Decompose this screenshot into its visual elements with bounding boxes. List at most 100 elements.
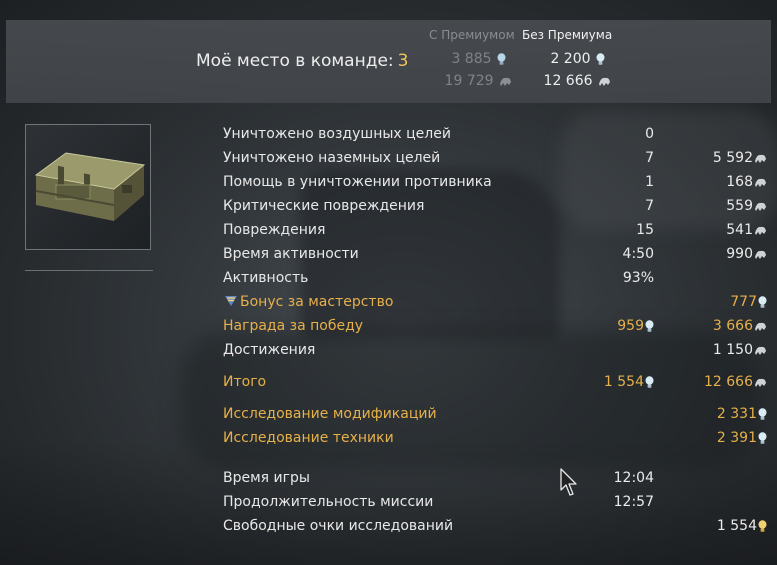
stat-label: Время активности (223, 246, 359, 262)
research-points-icon (755, 226, 766, 235)
research-points-icon (599, 77, 610, 86)
premium-rp-value: 19 729 (444, 73, 494, 89)
silver-lions-icon (645, 319, 654, 332)
no-premium-rp-value: 12 666 (543, 73, 593, 89)
silver-lions-icon (596, 52, 605, 65)
stat-reward-value: 12 666 (704, 374, 753, 390)
research-points-icon (755, 178, 766, 187)
stat-row-activity-time: Время активности 4:50 990 (0, 243, 777, 267)
stat-label: Критические повреждения (223, 198, 425, 214)
stat-label: Свободные очки исследований (223, 518, 454, 534)
stat-row-free-research: Свободные очки исследований 1 554 (0, 515, 777, 539)
stat-row-modification-research: Исследование модификаций 2 331 (0, 403, 777, 427)
mouse-cursor-icon (560, 468, 577, 496)
silver-lions-icon (758, 295, 767, 308)
stat-label: Продолжительность миссии (223, 494, 434, 510)
stat-value-lions: 959 (617, 318, 654, 334)
stat-reward: 1 554 (717, 518, 767, 534)
stat-label-text: Бонус за мастерство (240, 294, 394, 310)
research-points-icon (755, 322, 766, 331)
stat-label: Время игры (223, 470, 310, 486)
stat-reward: 1 150 (713, 342, 767, 358)
stat-reward-value: 1 150 (712, 342, 753, 358)
team-place-header: С Премиумом Без Премиума Моё место в ком… (6, 20, 771, 103)
stat-row-air-kills: Уничтожено воздушных целей 0 (0, 123, 777, 147)
stat-reward: 2 391 (717, 430, 767, 446)
team-place-value: 3 (397, 51, 409, 71)
stat-label: Помощь в уничтожении противника (223, 174, 492, 190)
stat-label: Исследование модификаций (223, 406, 437, 422)
mastery-badge-icon (225, 296, 237, 306)
stat-reward: 559 (726, 198, 767, 214)
stat-value-count: 12:04 (613, 470, 654, 486)
stat-value-count: 1 (645, 174, 654, 190)
research-points-icon (500, 77, 511, 86)
silver-lions-icon (758, 407, 767, 420)
stat-row-assists: Помощь в уничтожении противника 1 168 (0, 171, 777, 195)
stat-label: Активность (223, 270, 309, 286)
column-header-no-premium: Без Премиума (522, 28, 613, 42)
stat-label: Уничтожено воздушных целей (223, 126, 451, 142)
stat-reward: 541 (726, 222, 767, 238)
no-premium-research-points: 12 666 (544, 73, 611, 89)
stat-label: Достижения (223, 342, 316, 358)
research-points-icon (755, 202, 766, 211)
stat-label: Уничтожено наземных целей (223, 150, 441, 166)
silver-lions-icon (645, 375, 654, 388)
stat-value-count: 12:57 (613, 494, 654, 510)
stat-reward-value: 1 554 (716, 518, 757, 534)
stat-label: Повреждения (223, 222, 326, 238)
stat-row-achievements: Достижения 1 150 (0, 339, 777, 363)
no-premium-lions-value: 2 200 (550, 51, 591, 67)
stat-reward: 3 666 (713, 318, 767, 334)
stat-value-count: 4:50 (622, 246, 654, 262)
stat-reward: 12 666 (704, 374, 767, 390)
stat-row-vehicle-research: Исследование техники 2 391 (0, 427, 777, 451)
premium-lions-value: 3 885 (451, 51, 492, 67)
research-points-icon (755, 250, 766, 259)
stat-label: Итого (223, 374, 267, 390)
research-points-icon (755, 346, 766, 355)
stat-reward: 5 592 (713, 150, 767, 166)
research-points-icon (755, 154, 766, 163)
team-place: Моё место в команде: 3 (196, 51, 409, 71)
stat-value-count: 7 (645, 198, 654, 214)
stat-reward-value: 168 (726, 174, 753, 190)
stat-row-mastery-bonus: Бонус за мастерство 777 (0, 291, 777, 315)
silver-lions-icon (758, 431, 767, 444)
premium-research-points: 19 729 (445, 73, 512, 89)
stat-reward: 2 331 (717, 406, 767, 422)
stat-row-damage: Повреждения 15 541 (0, 219, 777, 243)
stat-value-count: 7 (645, 150, 654, 166)
stat-reward: 777 (730, 294, 767, 310)
stat-label: Награда за победу (223, 318, 364, 334)
free-research-points-icon (758, 519, 767, 532)
stat-label: Исследование техники (223, 430, 394, 446)
stat-reward: 168 (726, 174, 767, 190)
stat-reward-value: 5 592 (712, 150, 753, 166)
research-points-icon (755, 378, 766, 387)
stat-lions-value: 959 (617, 318, 644, 334)
stat-value-lions: 1 554 (604, 374, 654, 390)
premium-lions: 3 885 (451, 51, 506, 67)
stat-reward-value: 559 (726, 198, 753, 214)
stat-reward: 990 (726, 246, 767, 262)
stat-row-victory-reward: Награда за победу 959 3 666 (0, 315, 777, 339)
stat-value-count: 93% (622, 270, 654, 286)
stat-row-ground-kills: Уничтожено наземных целей 7 5 592 (0, 147, 777, 171)
column-header-premium: С Премиумом (429, 28, 515, 42)
no-premium-lions: 2 200 (550, 51, 605, 67)
stat-value-count: 15 (636, 222, 654, 238)
stat-reward-value: 541 (726, 222, 753, 238)
stat-row-activity: Активность 93% (0, 267, 777, 291)
stat-row-play-time: Время игры 12:04 (0, 467, 777, 491)
stat-reward-value: 777 (730, 294, 757, 310)
stat-row-mission-duration: Продолжительность миссии 12:57 (0, 491, 777, 515)
stat-label: Бонус за мастерство (223, 294, 393, 310)
stat-value-count: 0 (645, 126, 654, 142)
stat-reward-value: 3 666 (712, 318, 753, 334)
stat-reward-value: 2 331 (716, 406, 757, 422)
silver-lions-icon (497, 52, 506, 65)
stat-row-critical-damage: Критические повреждения 7 559 (0, 195, 777, 219)
team-place-label: Моё место в команде: (196, 51, 394, 71)
